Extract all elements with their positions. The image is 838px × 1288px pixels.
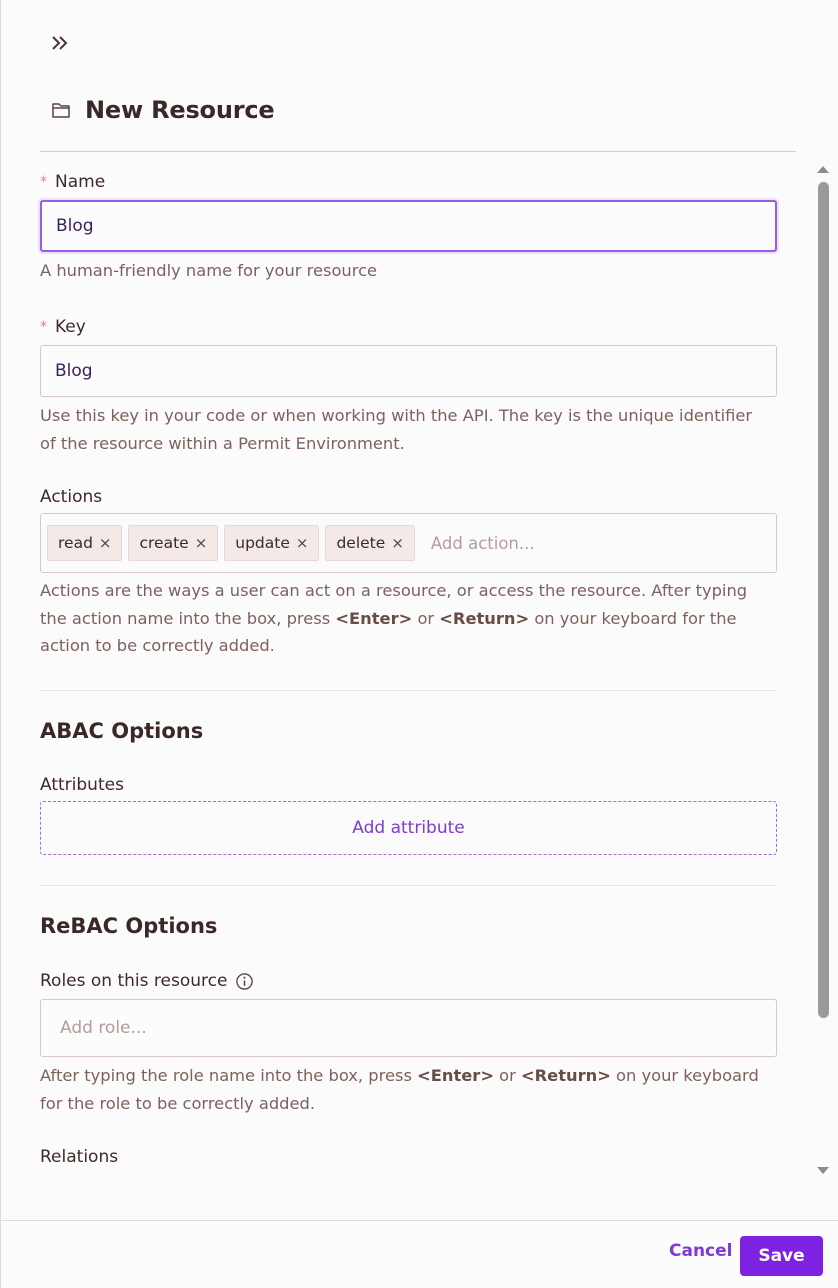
remove-tag-icon[interactable]: × (391, 534, 404, 552)
action-tag-label: read (58, 534, 93, 552)
roles-input-placeholder: Add role... (60, 1018, 147, 1038)
key-helper-text: Use this key in your code or when workin… (40, 402, 785, 457)
action-tag-label: update (235, 534, 290, 552)
cancel-button[interactable]: Cancel (665, 1237, 736, 1265)
key-helper-line-2: of the resource within a Permit Environm… (40, 433, 405, 453)
scroll-up-arrow-icon[interactable] (817, 166, 829, 173)
remove-tag-icon[interactable]: × (99, 534, 112, 552)
action-tag-read: read × (47, 525, 123, 561)
name-label: * Name (40, 172, 105, 192)
remove-tag-icon[interactable]: × (296, 534, 309, 552)
double-chevron-right-icon (52, 36, 68, 50)
roles-label: Roles on this resource (40, 971, 254, 991)
required-marker: * (40, 174, 47, 190)
relations-label-text: Relations (40, 1147, 119, 1167)
page-title: New Resource (85, 96, 275, 124)
actions-helper-line-1: Actions are the ways a user can act on a… (40, 581, 748, 600)
remove-tag-icon[interactable]: × (195, 534, 208, 552)
name-label-text: Name (55, 172, 106, 192)
key-input[interactable]: Blog (40, 345, 777, 397)
new-resource-panel: New Resource * Name Blog A human-friendl… (0, 0, 838, 1288)
info-icon[interactable] (235, 972, 254, 991)
name-input-value: Blog (56, 216, 94, 236)
rebac-section-title: ReBAC Options (40, 914, 218, 938)
roles-input[interactable]: Add role... (40, 999, 777, 1057)
roles-helper-line-1: After typing the role name into the box,… (40, 1066, 759, 1085)
attributes-label: Attributes (40, 775, 124, 795)
relations-label: Relations (40, 1147, 118, 1167)
actions-label-text: Actions (40, 487, 103, 507)
action-tag-update: update × (224, 525, 320, 561)
key-input-value: Blog (55, 361, 93, 381)
actions-tag-input[interactable]: read × create × update × delete × Add ac… (40, 513, 777, 573)
required-marker: * (40, 319, 47, 335)
key-helper-line-1: Use this key in your code or when workin… (40, 406, 753, 425)
section-divider (40, 885, 777, 886)
roles-label-text: Roles on this resource (40, 971, 228, 991)
section-divider (40, 690, 777, 691)
panel-header: New Resource (51, 96, 275, 124)
add-attribute-button[interactable]: Add attribute (40, 801, 777, 855)
action-tag-create: create × (128, 525, 219, 561)
actions-helper-line-2: the action name into the box, press <Ent… (40, 608, 737, 628)
actions-helper-line-3: action to be correctly added. (40, 636, 275, 655)
folder-icon (52, 103, 70, 118)
attributes-label-text: Attributes (40, 775, 124, 795)
key-label: * Key (40, 317, 86, 337)
collapse-panel-button[interactable] (47, 31, 73, 55)
actions-helper-text: Actions are the ways a user can act on a… (40, 577, 785, 660)
scrollbar-thumb[interactable] (818, 182, 829, 1018)
name-helper-text: A human-friendly name for your resource (40, 261, 378, 280)
form-scroll-area[interactable]: * Name Blog A human-friendly name for yo… (1, 152, 813, 1218)
action-tag-delete: delete × (325, 525, 415, 561)
scroll-down-arrow-icon[interactable] (817, 1167, 829, 1174)
save-button[interactable]: Save (740, 1236, 823, 1276)
roles-helper-text: After typing the role name into the box,… (40, 1062, 785, 1117)
actions-label: Actions (40, 487, 102, 507)
add-action-input[interactable]: Add action... (431, 534, 535, 553)
abac-section-title: ABAC Options (40, 719, 204, 743)
action-tag-label: create (139, 534, 189, 552)
action-tag-label: delete (336, 534, 386, 552)
key-label-text: Key (55, 317, 86, 337)
name-input[interactable]: Blog (40, 200, 777, 252)
roles-helper-line-2: for the role to be correctly added. (40, 1093, 316, 1113)
